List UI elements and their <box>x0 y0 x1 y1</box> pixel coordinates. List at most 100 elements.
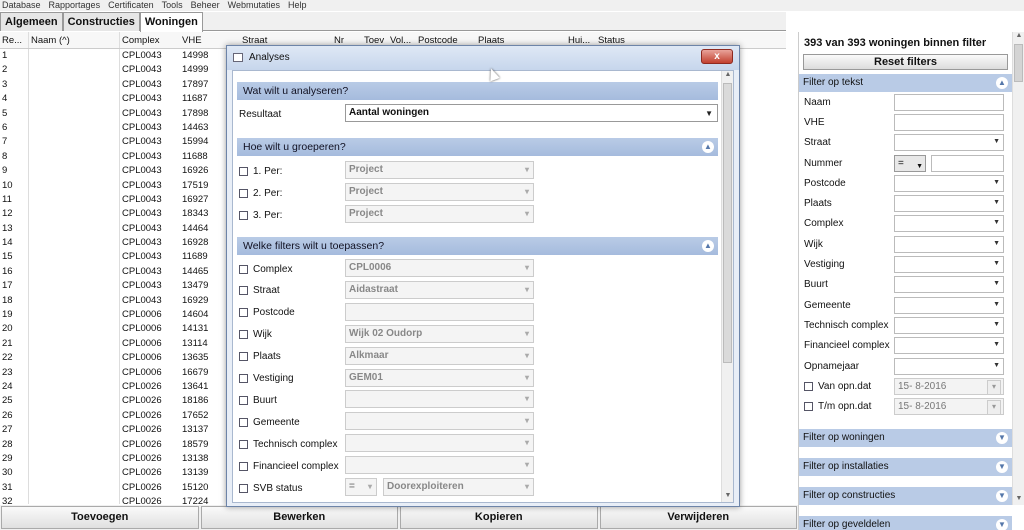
filter-checkbox[interactable] <box>239 374 248 383</box>
tab-woningen[interactable]: Woningen <box>139 12 203 32</box>
per-select[interactable]: Project <box>345 161 534 179</box>
filter-checkbox[interactable] <box>239 308 248 318</box>
menu-certificaten[interactable]: Certificaten <box>108 0 154 11</box>
scroll-thumb[interactable] <box>1014 44 1023 82</box>
reset-filters-button[interactable]: Reset filters <box>803 54 1008 70</box>
tm-checkbox[interactable] <box>804 402 813 412</box>
filter-op-constructies-header[interactable]: Filter op constructies ▼ <box>799 486 1012 505</box>
dialog-titlebar[interactable]: Analyses x <box>227 46 739 70</box>
complex-select[interactable] <box>894 215 1004 233</box>
dialog-scrollbar[interactable]: ▲ ▼ <box>721 71 733 502</box>
filter-select[interactable]: Wijk 02 Oudorp <box>345 324 534 343</box>
col-header-naam[interactable]: Naam (^) <box>28 32 120 48</box>
chevron-down-icon[interactable]: ▼ <box>996 518 1008 530</box>
scroll-up-icon[interactable]: ▲ <box>722 71 733 81</box>
menu-webmutaties[interactable]: Webmutaties <box>228 0 280 11</box>
cell-naam <box>28 92 120 107</box>
filter-checkbox[interactable] <box>239 352 248 362</box>
financieel-complex-select[interactable] <box>894 337 1004 355</box>
cell-naam <box>28 250 120 265</box>
svb-checkbox[interactable] <box>239 483 248 493</box>
filter-row-plaats: Plaats <box>799 193 1012 213</box>
menu-tools[interactable]: Tools <box>162 0 183 11</box>
resultaat-select[interactable]: Aantal woningen <box>345 104 718 122</box>
nummer-input[interactable] <box>931 154 1004 172</box>
filter-checkbox[interactable] <box>239 417 248 427</box>
van-checkbox[interactable] <box>804 381 813 391</box>
filter-row-vestiging: Vestiging <box>799 254 1012 274</box>
filter-checkbox[interactable] <box>239 395 248 405</box>
filter-select[interactable]: Aidastraat <box>345 280 534 299</box>
close-icon[interactable]: x <box>701 49 733 64</box>
kopieren-button[interactable]: Kopieren <box>400 506 598 529</box>
filter-op-installaties-header[interactable]: Filter op installaties ▼ <box>799 457 1012 476</box>
vestiging-select[interactable] <box>894 256 1004 274</box>
scroll-down-icon[interactable]: ▼ <box>722 492 733 502</box>
bewerken-button[interactable]: Bewerken <box>200 506 398 529</box>
filter-checkbox[interactable] <box>239 286 248 296</box>
postcode-select[interactable] <box>894 174 1004 192</box>
per-checkbox[interactable] <box>239 188 248 198</box>
cell-naam <box>28 423 120 438</box>
chevron-up-icon[interactable]: ▲ <box>702 141 714 153</box>
col-header-complex[interactable]: Complex <box>120 32 180 48</box>
cell-naam <box>28 351 120 366</box>
filter-op-woningen-header[interactable]: Filter op woningen ▼ <box>799 428 1012 447</box>
filter-select[interactable]: CPL0006 <box>345 259 534 277</box>
filter-select[interactable] <box>345 302 534 321</box>
filter-panel-scrollbar[interactable]: ▲ ▼ <box>1012 32 1024 505</box>
col-header-re[interactable]: Re... <box>0 32 28 48</box>
svb-value-select[interactable]: Doorexploiteren <box>383 478 534 496</box>
nummer-operator-select[interactable]: = <box>894 154 926 174</box>
plaats-select[interactable] <box>894 195 1004 213</box>
tab-algemeen[interactable]: Algemeen <box>0 12 63 31</box>
naam-input[interactable] <box>894 93 1004 111</box>
filter-row-gemeente: Gemeente <box>799 295 1012 315</box>
menu-rapportages[interactable]: Rapportages <box>49 0 101 11</box>
per-checkbox[interactable] <box>239 166 248 176</box>
chevron-down-icon[interactable]: ▼ <box>996 489 1008 502</box>
chevron-up-icon[interactable]: ▲ <box>702 240 714 252</box>
van-date-picker[interactable]: 15- 8-2016 <box>894 377 1004 395</box>
filter-op-tekst-header[interactable]: Filter op tekst ▲ <box>799 74 1012 92</box>
tab-constructies[interactable]: Constructies <box>62 12 140 31</box>
filter-row-financieel: Financieel complex <box>799 336 1012 356</box>
toevoegen-button[interactable]: Toevoegen <box>1 506 199 529</box>
menu-beheer[interactable]: Beheer <box>191 0 220 11</box>
vhe-input[interactable] <box>894 113 1004 131</box>
chevron-down-icon[interactable]: ▼ <box>996 460 1008 473</box>
menu-help[interactable]: Help <box>288 0 307 11</box>
filter-checkbox[interactable] <box>239 264 248 274</box>
filter-select[interactable]: GEM01 <box>345 368 534 387</box>
per-select[interactable]: Project <box>345 205 534 223</box>
filter-select[interactable] <box>345 456 534 475</box>
filter-checkbox[interactable] <box>239 461 248 471</box>
verwijderen-button[interactable]: Verwijderen <box>599 506 797 529</box>
chevron-up-icon[interactable]: ▲ <box>996 77 1008 89</box>
filter-select[interactable] <box>345 412 534 431</box>
filter-select[interactable] <box>345 390 534 409</box>
menu-database[interactable]: Database <box>2 0 41 11</box>
filter-checkbox[interactable] <box>239 330 248 340</box>
tm-date-picker[interactable]: 15- 8-2016 <box>894 398 1004 416</box>
opnamejaar-select[interactable] <box>894 357 1004 375</box>
cell-re: 12 <box>2 208 13 220</box>
per-select[interactable]: Project <box>345 183 534 201</box>
chevron-down-icon[interactable]: ▼ <box>996 431 1008 444</box>
scroll-thumb[interactable] <box>723 83 732 363</box>
scroll-up-icon[interactable]: ▲ <box>1013 32 1024 42</box>
filter-select[interactable]: Alkmaar <box>345 346 534 365</box>
scroll-down-icon[interactable]: ▼ <box>1013 495 1024 505</box>
filter-op-geveldelen-header[interactable]: Filter op geveldelen ▼ <box>799 515 1012 530</box>
filter-select[interactable] <box>345 434 534 453</box>
svb-operator-select[interactable]: = <box>345 478 377 496</box>
technisch-complex-select[interactable] <box>894 316 1004 334</box>
buurt-select[interactable] <box>894 276 1004 294</box>
filter-checkbox[interactable] <box>239 439 248 449</box>
per-checkbox[interactable] <box>239 210 248 220</box>
gemeente-select[interactable] <box>894 296 1004 314</box>
cell-complex: CPL0026 <box>122 424 162 436</box>
wijk-select[interactable] <box>894 235 1004 253</box>
cell-complex: CPL0043 <box>122 280 162 292</box>
straat-select[interactable] <box>894 134 1004 152</box>
